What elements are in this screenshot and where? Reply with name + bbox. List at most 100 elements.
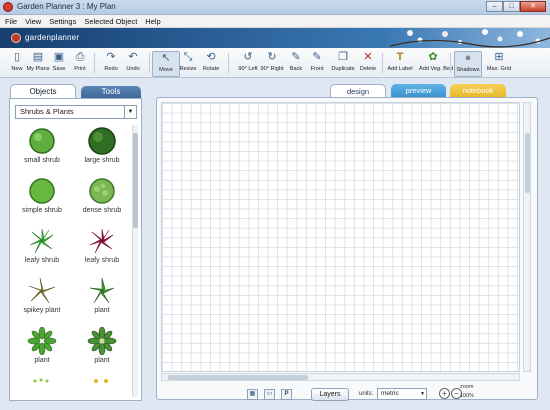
print-button[interactable]: ⎙ Print bbox=[66, 51, 94, 77]
design-grid-canvas[interactable] bbox=[161, 102, 520, 372]
menu-help[interactable]: Help bbox=[145, 15, 160, 27]
add-veg-bed-icon: ✿ bbox=[428, 51, 438, 63]
new-file-icon: ▯ bbox=[13, 51, 21, 63]
plant-item-plant-3[interactable]: plant bbox=[73, 327, 131, 375]
shadows-button[interactable]: ● Shadows bbox=[454, 51, 482, 77]
chevron-down-icon[interactable]: ▼ bbox=[124, 106, 136, 118]
brand-name: gardenplanner bbox=[25, 33, 80, 42]
objects-scroll-thumb[interactable] bbox=[133, 133, 138, 228]
brand-logo-icon bbox=[11, 33, 21, 43]
resize-icon: ⤡ bbox=[183, 51, 193, 63]
duplicate-icon: ❐ bbox=[338, 51, 348, 63]
plant-partial-icon bbox=[33, 378, 49, 383]
toolbar-separator bbox=[450, 53, 451, 73]
plant-item-leafy-shrub-green[interactable]: leafy shrub bbox=[13, 227, 71, 275]
delete-icon: ✕ bbox=[363, 51, 373, 63]
objects-panel: Objects Tools Shrubs & Plants ▼ small sh… bbox=[5, 84, 144, 401]
zoom-value: 100% bbox=[460, 393, 475, 399]
canvas-vscroll-thumb[interactable] bbox=[525, 133, 530, 193]
duplicate-button[interactable]: ❐ Duplicate bbox=[329, 51, 357, 77]
category-select-value: Shrubs & Plants bbox=[20, 107, 74, 116]
undo-icon: ↶ bbox=[128, 51, 138, 63]
grid-view-icon[interactable]: ▦ bbox=[247, 389, 258, 400]
plant-item-plant-1[interactable]: plant bbox=[73, 277, 131, 325]
tab-notebook[interactable]: notebook bbox=[450, 84, 506, 97]
large-shrub-icon bbox=[88, 127, 116, 155]
add-veg-bed-button[interactable]: ✿ Add Veg. Bed bbox=[419, 51, 453, 77]
print-icon: ⎙ bbox=[75, 51, 85, 63]
app-icon bbox=[3, 2, 13, 12]
zoom-label: zoom bbox=[460, 384, 474, 390]
plant-star-icon bbox=[89, 277, 115, 304]
spikey-plant-icon bbox=[28, 277, 56, 304]
canvas-vertical-scrollbar[interactable] bbox=[523, 102, 531, 372]
layers-button[interactable]: Layers bbox=[311, 388, 349, 401]
window-controls: – □ ✕ bbox=[486, 1, 546, 12]
front-button[interactable]: ✎ Front bbox=[303, 51, 331, 77]
maximize-button[interactable]: □ bbox=[503, 1, 520, 12]
add-label-button[interactable]: T Add Label bbox=[386, 51, 414, 77]
menu-selected-object[interactable]: Selected Object bbox=[84, 15, 137, 27]
rotate-right-icon: ↻ bbox=[267, 51, 277, 63]
toolbar-separator bbox=[228, 53, 229, 73]
toolbar: ▯ New ▤ My Plans ▣ Save ⎙ Print ↷ Redo ↶ Undo … bbox=[0, 48, 550, 78]
tab-tools[interactable]: Tools bbox=[81, 86, 141, 98]
canvas-horizontal-scrollbar[interactable] bbox=[161, 373, 520, 381]
measure-icon[interactable]: ▭ bbox=[264, 389, 275, 400]
leafy-shrub-green-icon bbox=[29, 228, 54, 254]
max-grid-button[interactable]: ⊞ Max. Grid bbox=[485, 51, 513, 77]
zoom-in-icon[interactable]: + bbox=[439, 388, 450, 399]
plant-item-small-shrub[interactable]: small shrub bbox=[13, 127, 71, 175]
menu-file[interactable]: File bbox=[5, 15, 17, 27]
plant-item-spikey-plant[interactable]: spikey plant bbox=[13, 277, 71, 325]
brand-banner: gardenplanner bbox=[0, 28, 550, 48]
plant-rosette-icon bbox=[27, 327, 57, 355]
canvas-bottom-bar: ▦ ▭ P Layers units: metric ▼ + − zoom 10… bbox=[159, 384, 539, 405]
toolbar-separator bbox=[94, 53, 95, 73]
tab-design[interactable]: design bbox=[330, 84, 386, 97]
small-shrub-icon bbox=[29, 128, 55, 154]
design-area: design preview notebook ▦ ▭ P Layers uni… bbox=[154, 84, 540, 401]
objects-scrollbar[interactable] bbox=[132, 125, 138, 397]
leafy-shrub-red-icon bbox=[89, 228, 114, 254]
tab-objects[interactable]: Objects bbox=[10, 84, 76, 98]
rotate-button[interactable]: ⟲ Rotate bbox=[197, 51, 225, 77]
plant-item-leafy-shrub-red[interactable]: leafy shrub bbox=[73, 227, 131, 275]
folder-icon: ▤ bbox=[32, 51, 44, 63]
blossom-decoration-icon bbox=[390, 29, 550, 48]
plant-view-icon[interactable]: P bbox=[281, 389, 292, 400]
tab-preview[interactable]: preview bbox=[391, 84, 446, 97]
minimize-button[interactable]: – bbox=[486, 1, 503, 12]
chevron-down-icon: ▼ bbox=[420, 391, 425, 397]
plant-item-partial[interactable] bbox=[13, 377, 71, 399]
rotate-icon: ⟲ bbox=[206, 51, 216, 63]
plant-rosette-dark-icon bbox=[87, 327, 117, 355]
menu-settings[interactable]: Settings bbox=[49, 15, 76, 27]
plant-item-partial[interactable] bbox=[73, 377, 131, 399]
canvas-frame: ▦ ▭ P Layers units: metric ▼ + − zoom 10… bbox=[156, 97, 538, 401]
plant-item-simple-shrub[interactable]: simple shrub bbox=[13, 177, 71, 225]
plant-item-dense-shrub[interactable]: dense shrub bbox=[73, 177, 131, 225]
units-select-value: metric bbox=[381, 390, 399, 397]
add-label-icon: T bbox=[396, 51, 404, 63]
simple-shrub-icon bbox=[29, 178, 55, 204]
undo-button[interactable]: ↶ Undo bbox=[119, 51, 147, 77]
rotate-left-icon: ↺ bbox=[243, 51, 253, 63]
menu-view[interactable]: View bbox=[25, 15, 41, 27]
title-bar: Garden Planner 3 : My Plan – □ ✕ bbox=[0, 0, 550, 15]
flower-partial-icon bbox=[94, 379, 108, 383]
toolbar-separator bbox=[149, 53, 150, 73]
bring-front-icon: ✎ bbox=[312, 51, 322, 63]
send-back-icon: ✎ bbox=[291, 51, 301, 63]
canvas-hscroll-thumb[interactable] bbox=[168, 375, 308, 380]
menu-bar: File View Settings Selected Object Help bbox=[0, 15, 550, 28]
window-title: Garden Planner 3 : My Plan bbox=[17, 2, 116, 11]
delete-button[interactable]: ✕ Delete bbox=[354, 51, 382, 77]
units-select[interactable]: metric ▼ bbox=[377, 388, 427, 400]
plant-grid: small shrub large shrub simple shrub den… bbox=[13, 127, 133, 399]
category-select[interactable]: Shrubs & Plants ▼ bbox=[15, 105, 137, 119]
plant-item-plant-2[interactable]: plant bbox=[13, 327, 71, 375]
plant-item-large-shrub[interactable]: large shrub bbox=[73, 127, 131, 175]
units-label: units: bbox=[359, 391, 374, 397]
close-button[interactable]: ✕ bbox=[520, 1, 546, 12]
